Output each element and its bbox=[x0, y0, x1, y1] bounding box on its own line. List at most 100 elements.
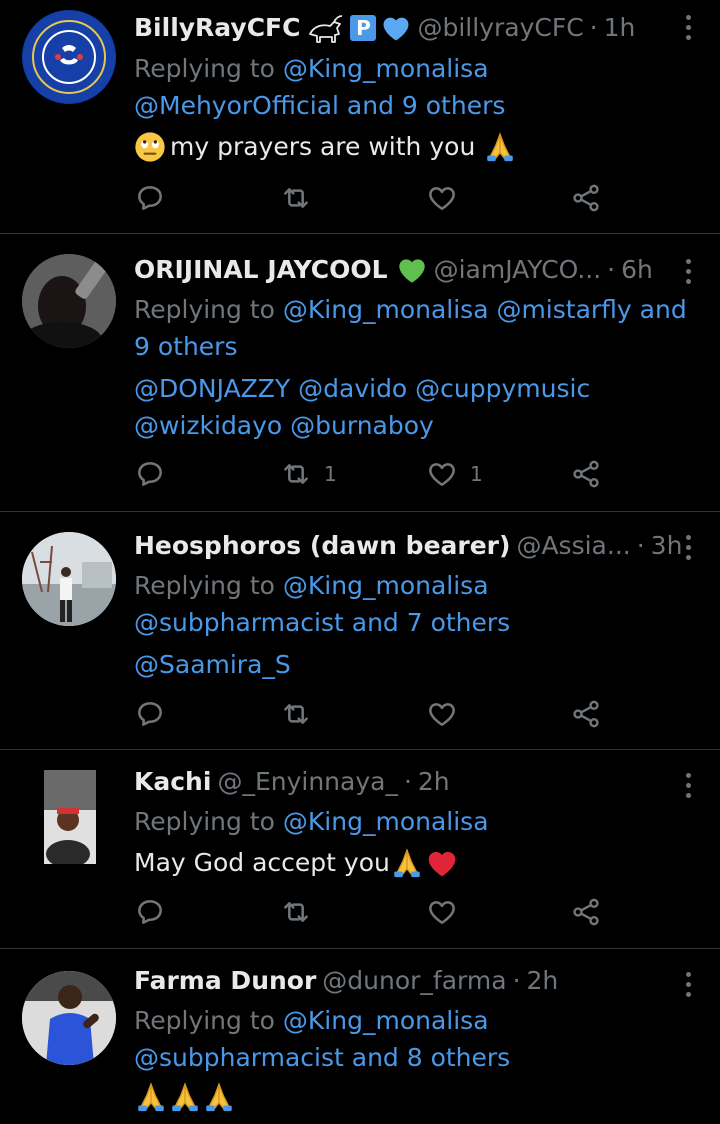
author-handle[interactable]: @billyrayCFC bbox=[417, 12, 583, 44]
separator-dot: · bbox=[607, 255, 616, 284]
tweet-text-mentions[interactable]: @DONJAZZY @davido @cuppymusic bbox=[134, 374, 590, 403]
tweet-text-mention[interactable]: @Saamira_S bbox=[134, 650, 291, 679]
tweet-3[interactable]: Heosphoros (dawn bearer) @Assia... · 3h … bbox=[0, 512, 720, 748]
avatar-photo bbox=[22, 254, 116, 348]
mention-link[interactable]: 9 others bbox=[134, 332, 237, 361]
share-button[interactable] bbox=[570, 458, 602, 490]
reply-icon bbox=[134, 698, 166, 730]
replying-label: Replying to bbox=[134, 295, 275, 324]
mention-link[interactable]: @King_monalisa bbox=[283, 54, 489, 83]
praying-hands-emoji bbox=[202, 1080, 236, 1114]
retweet-icon bbox=[280, 182, 312, 214]
tweet-2[interactable]: ORIJINAL JAYCOOL @iamJAYCO... · 6h Reply… bbox=[0, 234, 720, 510]
author-name[interactable]: BillyRayCFC bbox=[134, 12, 300, 44]
praying-hands-emoji bbox=[483, 130, 517, 164]
timestamp[interactable]: 2h bbox=[418, 766, 450, 798]
author-handle[interactable]: @iamJAYCO... bbox=[434, 254, 602, 286]
share-button[interactable] bbox=[570, 698, 602, 730]
retweet-button[interactable] bbox=[280, 182, 324, 214]
like-button[interactable] bbox=[426, 182, 470, 214]
like-button[interactable] bbox=[426, 698, 458, 730]
replying-label: Replying to bbox=[134, 571, 275, 600]
timestamp[interactable]: 2h bbox=[527, 965, 559, 997]
separator-dot: · bbox=[512, 966, 521, 995]
mention-link[interactable]: @subpharmacist and 8 others bbox=[134, 1043, 510, 1072]
author-handle[interactable]: @_Enyinnaya_ bbox=[217, 766, 398, 798]
retweet-icon bbox=[280, 458, 312, 490]
avatar-photo bbox=[44, 770, 96, 864]
reply-button[interactable] bbox=[134, 698, 166, 730]
rolling-eyes-emoji bbox=[135, 131, 165, 162]
tweet-1[interactable]: BillyRayCFC P @billyrayCFC · 1h Replying… bbox=[0, 0, 720, 232]
praying-hands-emoji bbox=[134, 1080, 168, 1114]
share-button[interactable] bbox=[570, 896, 602, 928]
tweet-text-mentions[interactable]: @wizkidayo @burnaboy bbox=[134, 411, 434, 440]
reply-button[interactable] bbox=[134, 896, 166, 928]
author-name[interactable]: Heosphoros (dawn bearer) bbox=[134, 530, 510, 562]
author-name[interactable]: Kachi bbox=[134, 766, 211, 798]
like-icon bbox=[426, 698, 458, 730]
mention-link[interactable]: @King_monalisa bbox=[283, 1006, 489, 1035]
more-icon[interactable] bbox=[678, 12, 698, 42]
more-icon[interactable] bbox=[678, 532, 698, 562]
author-name[interactable]: Farma Dunor bbox=[134, 965, 316, 997]
mention-link[interactable]: @King_monalisa bbox=[283, 571, 489, 600]
more-icon[interactable] bbox=[678, 969, 698, 999]
praying-hands-emoji bbox=[168, 1080, 202, 1114]
replying-label: Replying to bbox=[134, 54, 275, 83]
mention-link[interactable]: @MehyorOfficial and 9 others bbox=[134, 91, 505, 120]
share-icon bbox=[570, 896, 602, 928]
timestamp[interactable]: 1h bbox=[604, 12, 636, 44]
goat-emoji bbox=[309, 15, 343, 43]
share-icon bbox=[570, 458, 602, 490]
like-count: 1 bbox=[470, 462, 483, 486]
like-button[interactable] bbox=[426, 896, 458, 928]
separator-dot: · bbox=[589, 13, 598, 42]
avatar[interactable] bbox=[22, 254, 116, 348]
retweet-button[interactable] bbox=[280, 896, 312, 928]
chelsea-crest-icon bbox=[23, 11, 115, 103]
share-button[interactable] bbox=[570, 182, 602, 214]
more-icon[interactable] bbox=[678, 256, 698, 286]
mention-link[interactable]: @King_monalisa bbox=[283, 807, 489, 836]
replying-label: Replying to bbox=[134, 807, 275, 836]
avatar[interactable] bbox=[22, 10, 116, 104]
tweet-5[interactable]: Farma Dunor @dunor_farma · 2h Replying t… bbox=[0, 949, 720, 1124]
separator-dot: · bbox=[636, 531, 645, 560]
retweet-count: 1 bbox=[324, 462, 337, 486]
retweet-icon bbox=[280, 896, 312, 928]
like-button[interactable]: 1 bbox=[426, 458, 483, 490]
like-icon bbox=[426, 182, 458, 214]
reply-button[interactable] bbox=[134, 182, 166, 214]
blue-heart-emoji bbox=[383, 17, 409, 41]
timestamp[interactable]: 6h bbox=[621, 254, 653, 286]
tweet-text: my prayers are with you bbox=[170, 132, 476, 161]
avatar[interactable] bbox=[22, 532, 116, 626]
tweet-text: May God accept you bbox=[134, 848, 390, 877]
verified-p-badge: P bbox=[350, 15, 377, 41]
retweet-button[interactable] bbox=[280, 698, 312, 730]
mention-link[interactable]: @subpharmacist and 7 others bbox=[134, 608, 510, 637]
mention-link[interactable]: @King_monalisa @mistarfly and bbox=[283, 295, 687, 324]
red-heart-emoji bbox=[428, 851, 456, 876]
like-icon bbox=[426, 458, 458, 490]
avatar[interactable] bbox=[44, 770, 96, 864]
reply-button[interactable] bbox=[134, 458, 166, 490]
share-icon bbox=[570, 698, 602, 730]
retweet-button[interactable]: 1 bbox=[280, 458, 337, 490]
like-icon bbox=[426, 896, 458, 928]
reply-icon bbox=[134, 896, 166, 928]
avatar-photo bbox=[22, 532, 116, 626]
praying-hands-emoji bbox=[390, 846, 424, 880]
reply-icon bbox=[134, 182, 166, 214]
author-handle[interactable]: @dunor_farma bbox=[322, 965, 506, 997]
separator-dot: · bbox=[403, 767, 412, 796]
author-name[interactable]: ORIJINAL JAYCOOL bbox=[134, 254, 388, 286]
author-handle[interactable]: @Assia... bbox=[516, 530, 630, 562]
more-icon[interactable] bbox=[678, 770, 698, 800]
reply-icon bbox=[134, 458, 166, 490]
tweet-4[interactable]: Kachi @_Enyinnaya_ · 2h Replying to @Kin… bbox=[0, 750, 720, 948]
retweet-icon bbox=[280, 698, 312, 730]
share-icon bbox=[570, 182, 602, 214]
avatar[interactable] bbox=[22, 971, 116, 1065]
